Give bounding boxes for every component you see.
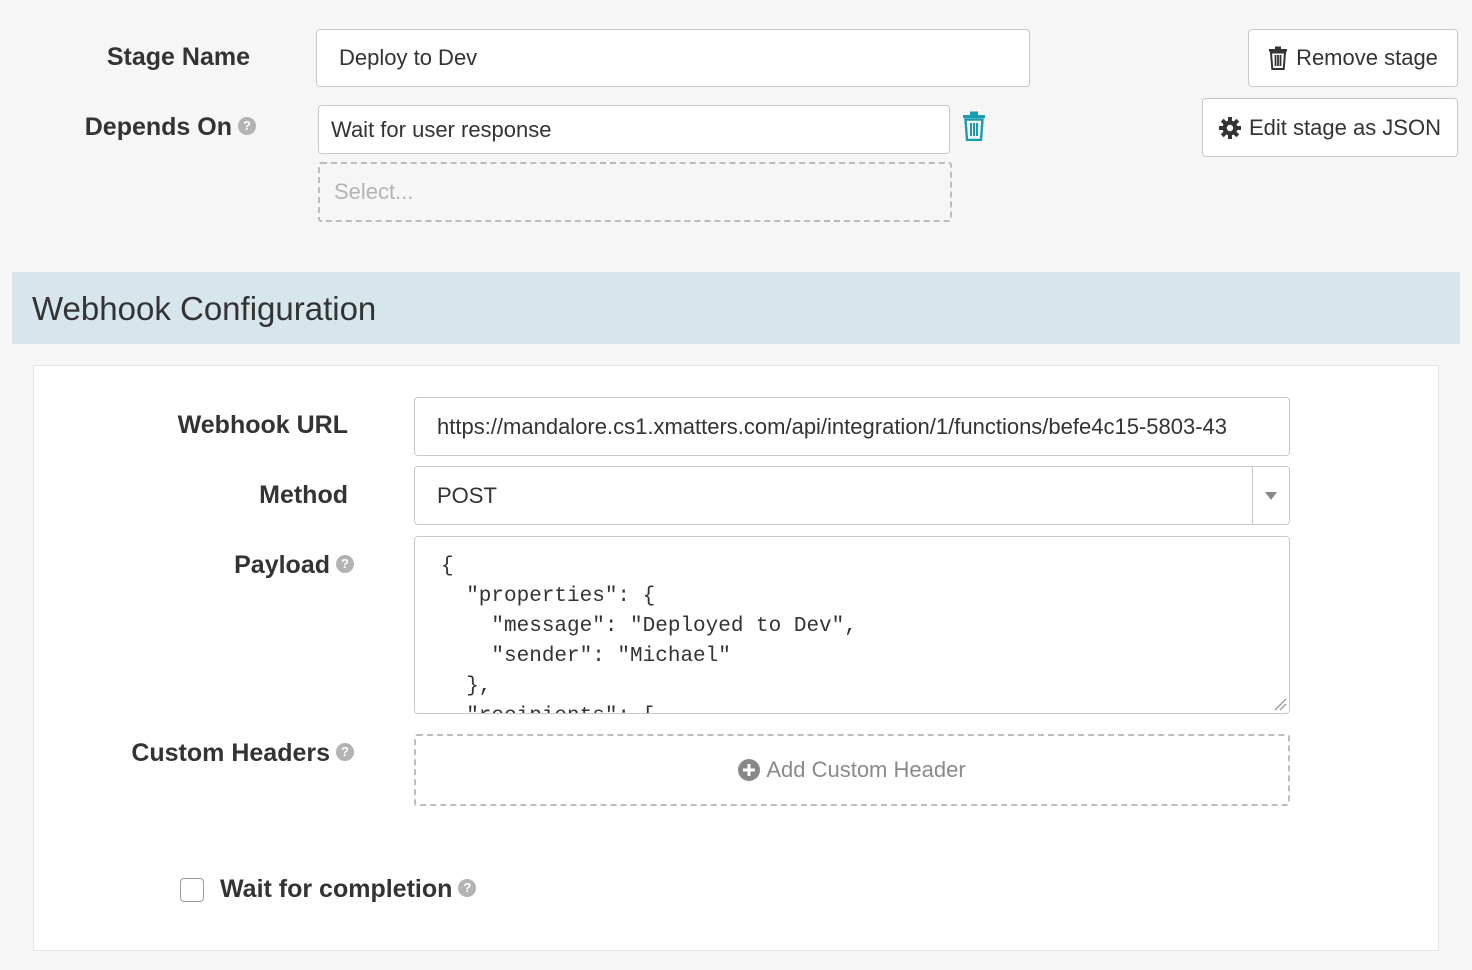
stage-name-label: Stage Name [106, 43, 250, 71]
stage-name-input[interactable]: Deploy to Dev [316, 29, 1030, 87]
payload-line: "recipients": [ [441, 702, 857, 713]
add-custom-header-button[interactable]: Add Custom Header [414, 734, 1290, 806]
resize-handle-icon[interactable] [1273, 697, 1287, 711]
depends-on-placeholder: Select... [334, 179, 414, 204]
method-select[interactable]: POST [414, 466, 1290, 525]
remove-stage-label: Remove stage [1296, 45, 1438, 70]
payload-line: "sender": "Michael" [441, 645, 731, 668]
help-icon[interactable]: ? [336, 743, 354, 762]
custom-headers-label: Custom Headers? [131, 739, 354, 768]
payload-line: }, [441, 675, 492, 698]
help-icon[interactable]: ? [336, 555, 354, 574]
wait-for-completion-checkbox[interactable] [180, 878, 204, 902]
add-custom-header-label: Add Custom Header [766, 757, 966, 782]
remove-dependency-button[interactable] [962, 111, 986, 142]
section-title: Webhook Configuration [32, 290, 377, 327]
method-label: Method [259, 481, 348, 509]
depends-on-label: Depends On? [85, 113, 256, 142]
payload-line: "properties": { [441, 585, 656, 608]
help-icon[interactable]: ? [458, 879, 477, 898]
wait-for-completion-text: Wait for completion [220, 875, 453, 903]
depends-on-text: Depends On [84, 113, 232, 141]
depends-on-value: Wait for user response [331, 116, 552, 142]
gear-icon [1219, 116, 1241, 139]
webhook-url-value: https://mandalore.cs1.xmatters.com/api/i… [437, 413, 1228, 439]
trash-icon [1269, 46, 1288, 70]
custom-headers-text: Custom Headers [131, 739, 330, 767]
depends-on-selected[interactable]: Wait for user response [318, 105, 950, 154]
payload-line: "message": "Deployed to Dev", [441, 615, 857, 638]
depends-on-select[interactable]: Select... [318, 162, 952, 222]
payload-textarea[interactable]: { "properties": { "message": "Deployed t… [414, 536, 1290, 714]
payload-text: Payload [234, 551, 330, 579]
method-dropdown-toggle[interactable] [1252, 467, 1289, 524]
webhook-config-header: Webhook Configuration [12, 272, 1460, 344]
caret-down-icon [1265, 491, 1277, 500]
payload-line: { [441, 555, 454, 578]
method-value: POST [437, 482, 497, 508]
payload-content: { "properties": { "message": "Deployed t… [441, 552, 857, 713]
remove-stage-button[interactable]: Remove stage [1248, 29, 1458, 87]
webhook-url-input[interactable]: https://mandalore.cs1.xmatters.com/api/i… [414, 397, 1290, 456]
payload-label: Payload? [234, 551, 354, 580]
trash-icon [963, 111, 985, 142]
edit-stage-json-button[interactable]: Edit stage as JSON [1202, 98, 1458, 157]
plus-circle-icon [738, 759, 761, 781]
help-icon[interactable]: ? [238, 117, 256, 136]
wait-for-completion-label: Wait for completion? [220, 875, 477, 904]
stage-name-value: Deploy to Dev [339, 45, 478, 70]
webhook-url-label: Webhook URL [177, 411, 348, 439]
edit-stage-json-label: Edit stage as JSON [1249, 114, 1441, 140]
